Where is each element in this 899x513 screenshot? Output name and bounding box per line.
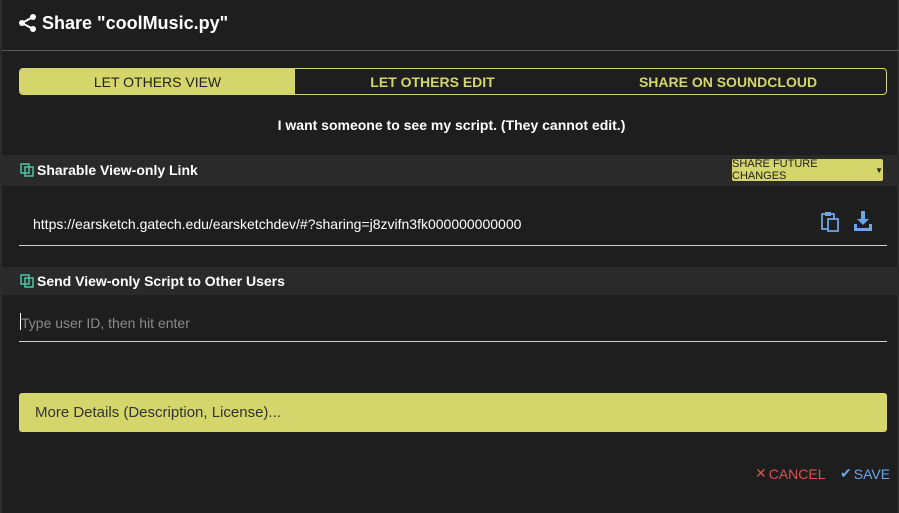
close-icon: ✕ <box>755 465 767 481</box>
tab-let-others-view[interactable]: LET OTHERS VIEW <box>20 69 295 94</box>
share-dialog: Share "coolMusic.py" LET OTHERS VIEW LET… <box>0 0 899 513</box>
check-icon: ✔ <box>840 465 852 481</box>
clipboard-icon[interactable] <box>819 210 841 232</box>
tab-let-others-edit[interactable]: LET OTHERS EDIT <box>295 69 570 94</box>
share-link-row: https://earsketch.gatech.edu/earsketchde… <box>19 196 887 246</box>
save-button[interactable]: ✔ SAVE <box>840 465 890 482</box>
download-icon[interactable] <box>852 210 874 232</box>
dialog-title: Share "coolMusic.py" <box>42 13 229 33</box>
tab-share-on-soundcloud[interactable]: SHARE ON SOUNDCLOUD <box>570 69 886 94</box>
save-label: SAVE <box>853 465 891 482</box>
share-link-url[interactable]: https://earsketch.gatech.edu/earsketchde… <box>33 216 521 232</box>
share-icon <box>19 14 36 32</box>
copy-icon <box>20 163 34 177</box>
dialog-header: Share "coolMusic.py" <box>2 0 899 51</box>
share-mode-tabs: LET OTHERS VIEW LET OTHERS EDIT SHARE ON… <box>19 68 887 95</box>
caret-down-icon: ▼ <box>875 165 883 175</box>
send-section-label: Send View-only Script to Other Users <box>37 273 285 289</box>
share-future-changes-label: SHARE FUTURE CHANGES <box>732 158 818 182</box>
cancel-button[interactable]: ✕ CANCEL <box>755 465 826 482</box>
copy-icon <box>20 274 34 288</box>
user-id-input[interactable] <box>19 305 887 342</box>
share-description: I want someone to see my script. (They c… <box>277 117 626 133</box>
more-details-button[interactable]: More Details (Description, License)... <box>19 393 887 432</box>
text-cursor <box>20 313 21 330</box>
share-future-changes-dropdown[interactable]: SHARE FUTURE CHANGES ▼ <box>732 158 883 182</box>
link-section-label: Sharable View-only Link <box>37 162 198 178</box>
cancel-label: CANCEL <box>768 465 826 482</box>
send-section-header: Send View-only Script to Other Users <box>2 267 899 295</box>
